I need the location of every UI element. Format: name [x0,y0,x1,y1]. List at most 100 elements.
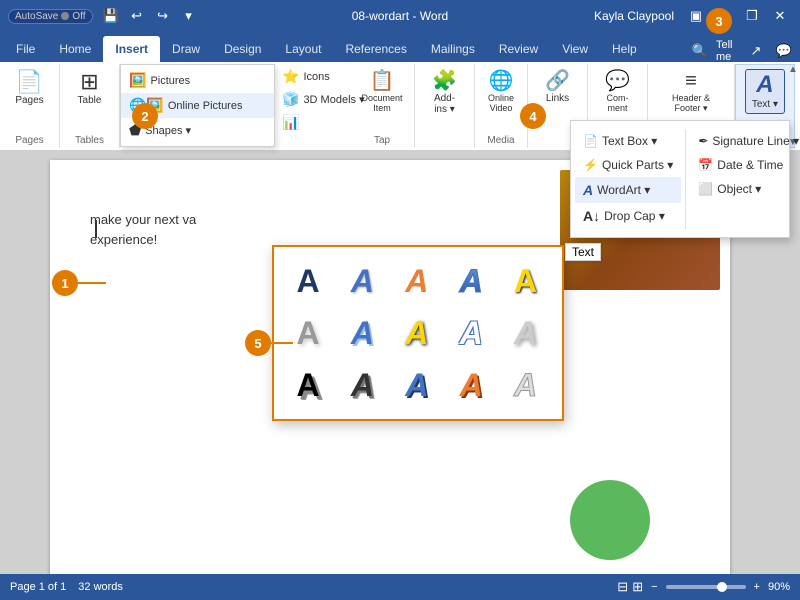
datetime-icon: 📅 [698,158,713,172]
wordart-style-3[interactable]: A [393,257,441,305]
tab-help[interactable]: Help [600,36,649,62]
signature-icon: ✒ [698,134,708,148]
wordart-style-9[interactable]: A [447,309,495,357]
header-footer-label: Header &Footer ▾ [672,93,710,114]
document-title: 08-wordart - Word [352,9,448,23]
view-print-layout-button[interactable]: ⊟ [617,579,628,595]
text-cursor [95,220,97,238]
links-button[interactable]: 🔗 Links [538,68,578,107]
pictures-icon: 🖼️ [129,72,146,89]
autosave-label: AutoSave [15,11,58,22]
zoom-minus-button[interactable]: − [651,581,657,593]
links-label: Links [546,93,569,104]
tab-file[interactable]: File [4,36,47,62]
group-tables: ⊞ Table Tables [60,64,120,148]
callout-3-label: 3 [715,14,722,29]
status-bar: Page 1 of 1 32 words ⊟ ⊞ − + 90% [0,574,800,600]
tab-home[interactable]: Home [47,36,103,62]
page-info: Page 1 of 1 [10,581,66,593]
ribbon-display-button[interactable]: ▣ [684,5,708,27]
online-video-button[interactable]: 🌐 OnlineVideo [481,68,521,116]
customize-button[interactable]: ▾ [177,5,201,27]
tab-layout[interactable]: Layout [273,36,333,62]
addins-button[interactable]: 🧩 Add-ins ▾ [425,68,465,118]
wordart-style-4[interactable]: A [447,257,495,305]
object-icon: ⬜ [698,182,713,196]
callout-1-label: 1 [61,276,68,291]
tab-review[interactable]: Review [487,36,550,62]
group-addins: 🧩 Add-ins ▾ [415,64,475,148]
text-icon: A [756,73,773,97]
tab-view[interactable]: View [550,36,600,62]
wordart-style-15[interactable]: A [502,361,550,409]
callout-2-label: 2 [141,109,148,124]
wordart-panel-item[interactable]: A WordArt ▾ [575,177,681,203]
zoom-slider[interactable] [666,585,746,589]
zoom-level: 90% [768,581,790,593]
wordart-style-10[interactable]: A [502,309,550,357]
smartart-button[interactable]: 📊 [278,112,369,133]
text-button[interactable]: A Text ▾ [745,69,785,114]
save-button[interactable]: 💾 [99,5,123,27]
table-button[interactable]: ⊞ Table [70,68,110,109]
textbox-label: Text Box ▾ [602,134,657,148]
title-bar: AutoSave Off 💾 ↩ ↪ ▾ 08-wordart - Word K… [0,0,800,32]
comments-button[interactable]: 💬 [772,40,796,62]
close-button[interactable]: ✕ [768,5,792,27]
wordart-style-1[interactable]: A [284,257,332,305]
ribbon-tab-bar: File Home Insert Draw Design Layout Refe… [0,32,800,62]
wordart-style-13[interactable]: A [393,361,441,409]
autosave-toggle[interactable]: AutoSave Off [8,9,93,24]
textbox-panel-item[interactable]: 📄 Text Box ▾ [575,129,681,153]
tap-group-label: Tap [374,135,390,146]
3d-models-button[interactable]: 🧊 3D Models ▾ [278,89,369,110]
datetime-label: Date & Time [717,158,783,172]
tell-me-button[interactable]: Tell me [716,40,740,62]
callout-3: 3 [706,8,732,34]
callout-1-line [78,282,106,284]
wordart-style-7[interactable]: A [338,309,386,357]
object-panel-item[interactable]: ⬜ Object ▾ [690,177,800,201]
view-icons: ⊟ ⊞ [617,579,643,595]
scroll-up-button[interactable]: ▲ [788,64,798,75]
tab-draw[interactable]: Draw [160,36,212,62]
wordart-style-14[interactable]: A [447,361,495,409]
pages-button[interactable]: 📄 Pages [10,68,50,109]
table-label: Table [78,95,102,106]
undo-redo-group: 💾 ↩ ↪ ▾ [99,5,201,27]
dropcap-panel-item[interactable]: A↓ Drop Cap ▾ [575,203,681,229]
comment-button[interactable]: 💬 Com-ment [598,68,638,116]
quickparts-label: Quick Parts ▾ [602,158,673,172]
restore-button[interactable]: ❐ [740,5,764,27]
datetime-panel-item[interactable]: 📅 Date & Time [690,153,800,177]
wordart-style-11[interactable]: A [284,361,332,409]
redo-button[interactable]: ↪ [151,5,175,27]
tables-group-label: Tables [75,135,104,146]
view-web-button[interactable]: ⊞ [632,579,643,595]
tab-mailings[interactable]: Mailings [419,36,487,62]
wordart-style-5[interactable]: A [502,257,550,305]
wordart-style-8[interactable]: A [393,309,441,357]
callout-5-label: 5 [254,336,261,351]
wordart-style-6[interactable]: A [284,309,332,357]
callout-5-line [271,342,293,344]
dropcap-label: Drop Cap ▾ [604,209,665,223]
signature-panel-item[interactable]: ✒ Signature Line ▾ [690,129,800,153]
icons-button[interactable]: ⭐ Icons [278,66,369,87]
tab-design[interactable]: Design [212,36,273,62]
wordart-style-12[interactable]: A [338,361,386,409]
search-button[interactable]: 🔍 [688,40,712,62]
wordart-style-2[interactable]: A [338,257,386,305]
header-footer-button[interactable]: ≡ Header &Footer ▾ [667,68,715,117]
status-left: Page 1 of 1 32 words [10,581,123,593]
undo-button[interactable]: ↩ [125,5,149,27]
share-button[interactable]: ↗ [744,40,768,62]
quickparts-panel-item[interactable]: ⚡ Quick Parts ▾ [575,153,681,177]
zoom-plus-button[interactable]: + [754,581,760,593]
header-footer-icon: ≡ [685,71,697,91]
dropcap-icon: A↓ [583,208,600,224]
tab-references[interactable]: References [333,36,418,62]
pictures-menu-item[interactable]: 🖼️ Pictures [121,68,274,93]
tab-insert[interactable]: Insert [103,36,160,62]
object-label: Object ▾ [717,182,761,196]
